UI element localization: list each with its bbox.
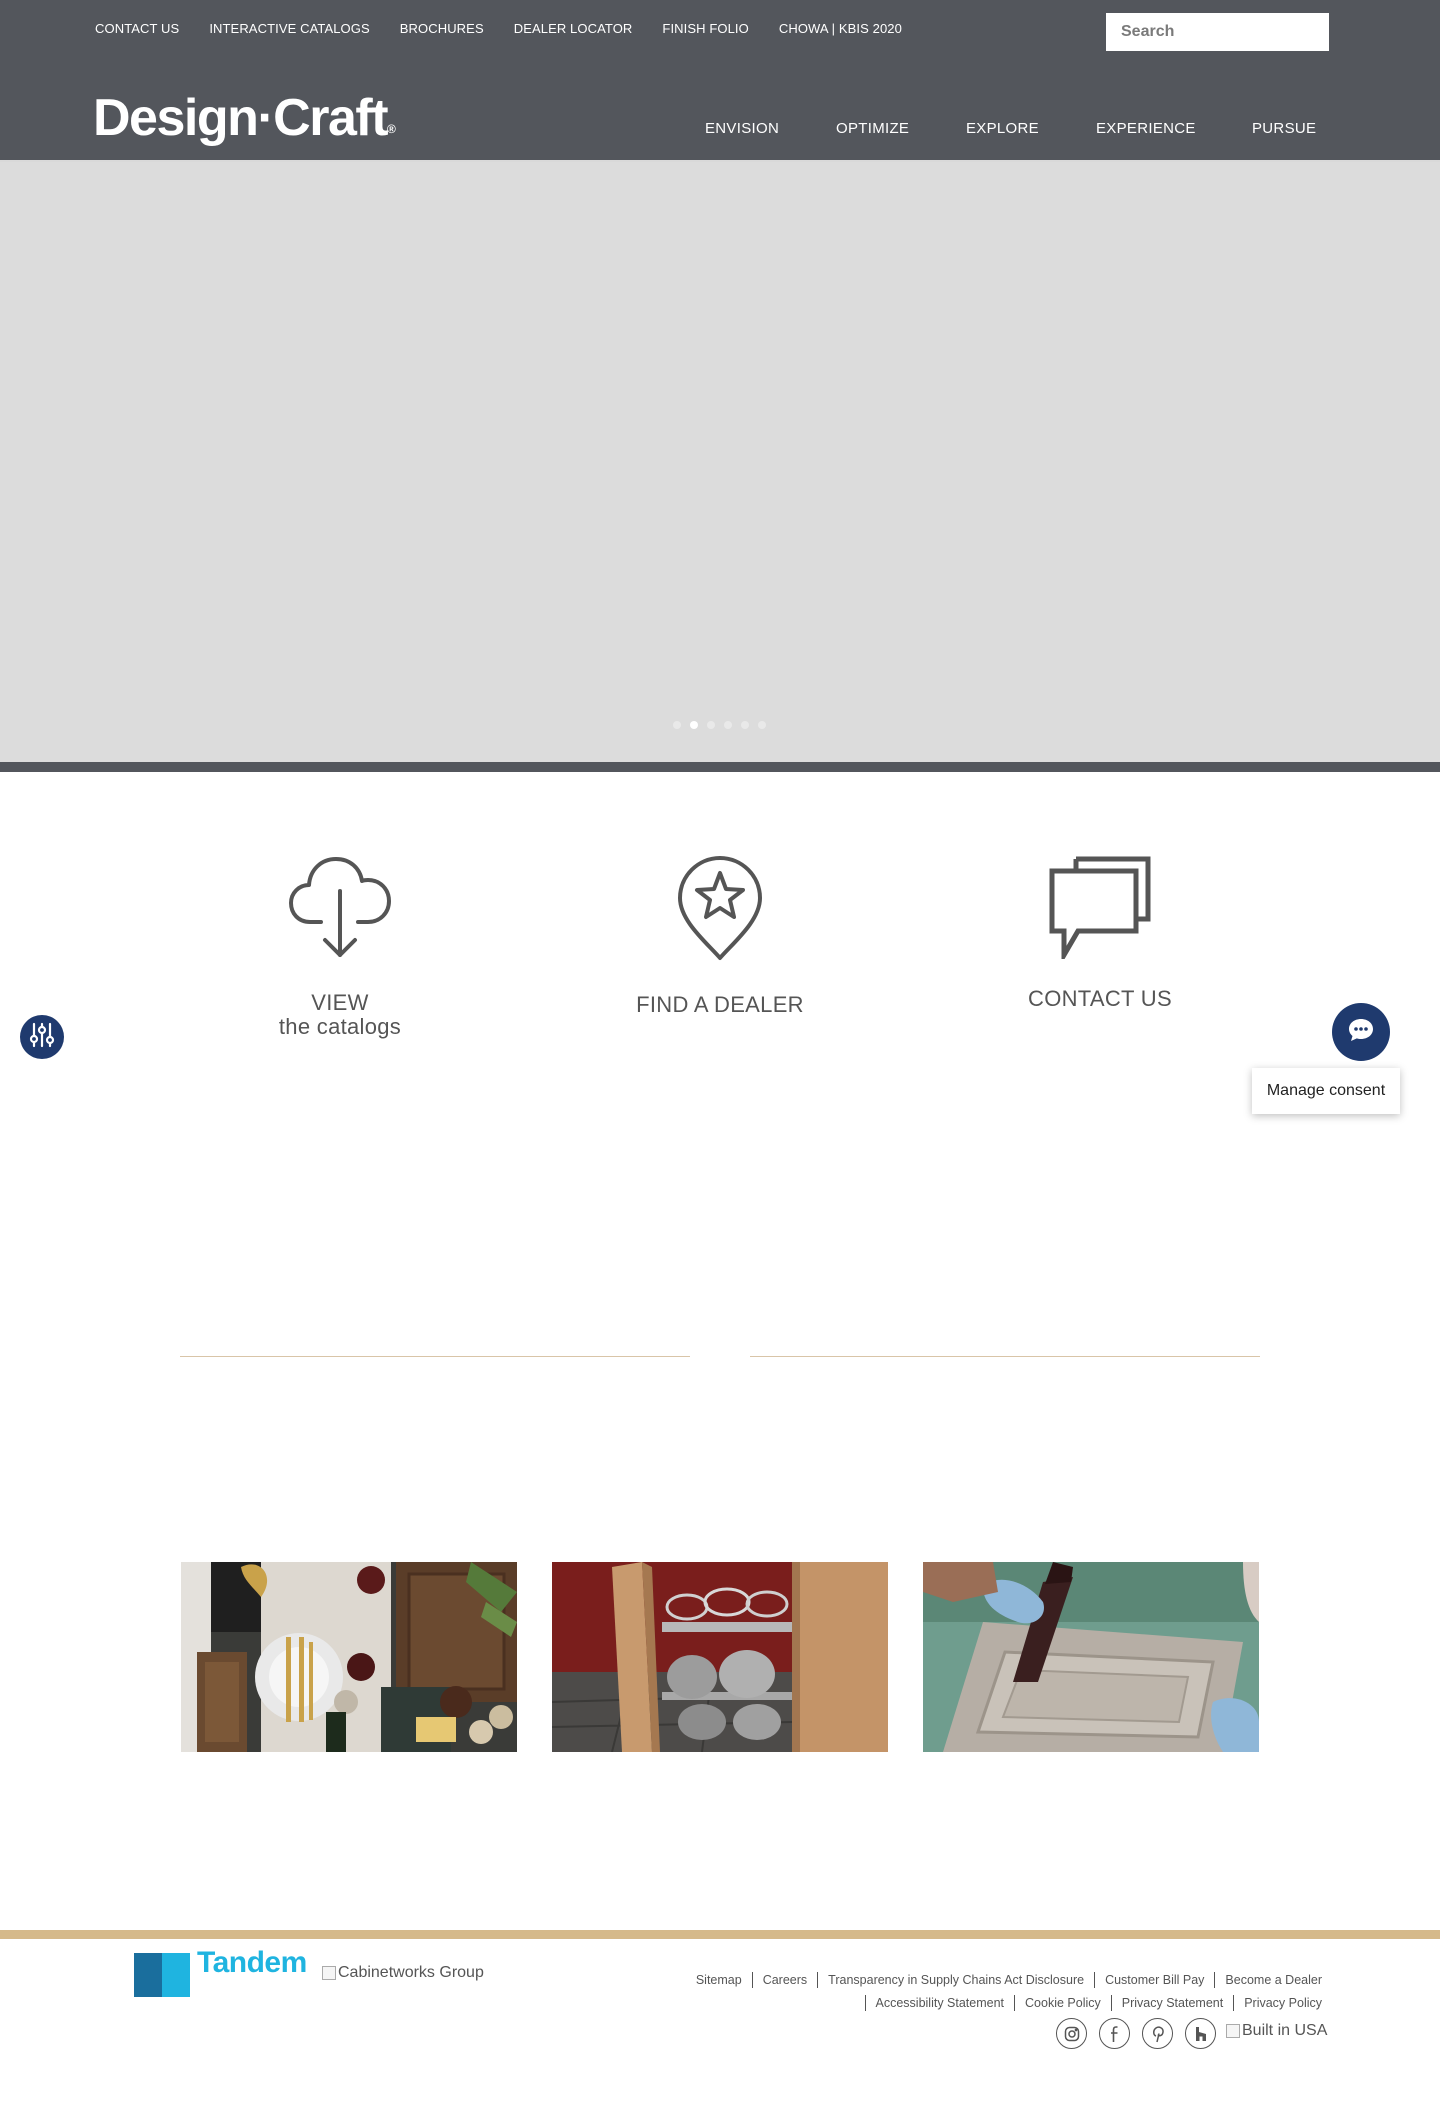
tandem-mark-icon [134, 1953, 190, 1997]
tile-cookware-organizer-image[interactable] [552, 1562, 888, 1752]
tandem-wordmark: Tandem [197, 1946, 307, 1979]
feature-contact-us[interactable]: CONTACT US [950, 855, 1250, 1011]
footer-link-privacy-policy[interactable]: Privacy Policy [1233, 1995, 1322, 2011]
manage-consent-button[interactable]: Manage consent [1252, 1068, 1400, 1114]
utility-nav: CONTACT US INTERACTIVE CATALOGS BROCHURE… [95, 21, 932, 36]
util-link-finish-folio[interactable]: FINISH FOLIO [662, 21, 748, 36]
search-input[interactable] [1106, 13, 1329, 51]
footer-links-row2: Accessibility Statement Cookie Policy Pr… [864, 1995, 1322, 2011]
footer-link-become-dealer[interactable]: Become a Dealer [1214, 1972, 1322, 1988]
section-divider-left [180, 1356, 690, 1357]
footer-link-careers[interactable]: Careers [751, 1972, 817, 1988]
nav-experience[interactable]: EXPERIENCE [1096, 120, 1196, 137]
houzz-icon[interactable] [1185, 2018, 1216, 2049]
cabinetworks-alt-text: Cabinetworks Group [338, 1964, 484, 1981]
tandem-logo[interactable]: Tandem [134, 1946, 307, 1997]
chat-bubble-icon [1347, 1017, 1375, 1048]
section-divider-right [750, 1356, 1260, 1357]
footer-link-transparency[interactable]: Transparency in Supply Chains Act Disclo… [817, 1972, 1094, 1988]
built-in-usa-badge: Built in USA [1226, 2022, 1327, 2040]
cloud-download-icon [190, 855, 490, 961]
feature-label-find-dealer: FIND A DEALER [636, 992, 804, 1017]
carousel-dot-1[interactable] [673, 721, 681, 729]
feature-label-catalogs: the catalogs [278, 1014, 402, 1039]
util-link-interactive-catalogs[interactable]: INTERACTIVE CATALOGS [209, 21, 369, 36]
footer-link-cookie-policy[interactable]: Cookie Policy [1014, 1995, 1111, 2011]
pinterest-icon[interactable] [1142, 2018, 1173, 2049]
accessibility-button[interactable] [20, 1015, 64, 1059]
tile-painting-door-image[interactable] [923, 1562, 1259, 1752]
nav-pursue[interactable]: PURSUE [1252, 120, 1316, 137]
carousel-dot-5[interactable] [741, 721, 749, 729]
util-link-dealer-locator[interactable]: DEALER LOCATOR [514, 21, 633, 36]
carousel-dot-6[interactable] [758, 721, 766, 729]
site-header: CONTACT US INTERACTIVE CATALOGS BROCHURE… [0, 0, 1440, 162]
social-links [1056, 2018, 1216, 2049]
hero-carousel [0, 162, 1440, 762]
chat-bubbles-icon [950, 855, 1250, 959]
util-link-chowa-kbis[interactable]: CHOWA | KBIS 2020 [779, 21, 902, 36]
built-in-usa-alt-text: Built in USA [1242, 2022, 1328, 2039]
feature-find-dealer[interactable]: FIND A DEALER [570, 855, 870, 1017]
main-nav: ENVISION OPTIMIZE EXPLORE EXPERIENCE PUR… [0, 120, 1440, 140]
chat-button[interactable] [1332, 1003, 1390, 1061]
util-link-contact-us[interactable]: CONTACT US [95, 21, 179, 36]
carousel-dot-2[interactable] [690, 721, 698, 729]
footer-link-sitemap[interactable]: Sitemap [686, 1972, 752, 1988]
carousel-dot-3[interactable] [707, 721, 715, 729]
hero-divider-bar [0, 762, 1440, 772]
broken-image-icon [1226, 2024, 1240, 2038]
carousel-dots [0, 721, 1440, 731]
footer-link-bill-pay[interactable]: Customer Bill Pay [1094, 1972, 1214, 1988]
footer-link-accessibility[interactable]: Accessibility Statement [864, 1995, 1015, 2011]
cabinetworks-logo[interactable]: Cabinetworks Group [322, 1964, 484, 1982]
feature-view-catalogs[interactable]: VIEW the catalogs [190, 855, 490, 1039]
nav-optimize[interactable]: OPTIMIZE [836, 120, 909, 137]
feature-label-contact-us: CONTACT US [1028, 986, 1172, 1011]
util-link-brochures[interactable]: BROCHURES [400, 21, 484, 36]
location-star-icon [570, 855, 870, 961]
sliders-icon [28, 1021, 56, 1054]
broken-image-icon [322, 1966, 336, 1980]
carousel-dot-4[interactable] [724, 721, 732, 729]
footer-links-row1: Sitemap Careers Transparency in Supply C… [686, 1972, 1322, 1988]
nav-envision[interactable]: ENVISION [705, 120, 779, 137]
nav-explore[interactable]: EXPLORE [966, 120, 1039, 137]
tile-table-setting-image[interactable] [181, 1562, 517, 1752]
facebook-icon[interactable] [1099, 2018, 1130, 2049]
instagram-icon[interactable] [1056, 2018, 1087, 2049]
footer-link-privacy-statement[interactable]: Privacy Statement [1110, 1995, 1233, 2011]
footer-accent-bar [0, 1930, 1440, 1939]
feature-label-view: VIEW [311, 990, 369, 1015]
